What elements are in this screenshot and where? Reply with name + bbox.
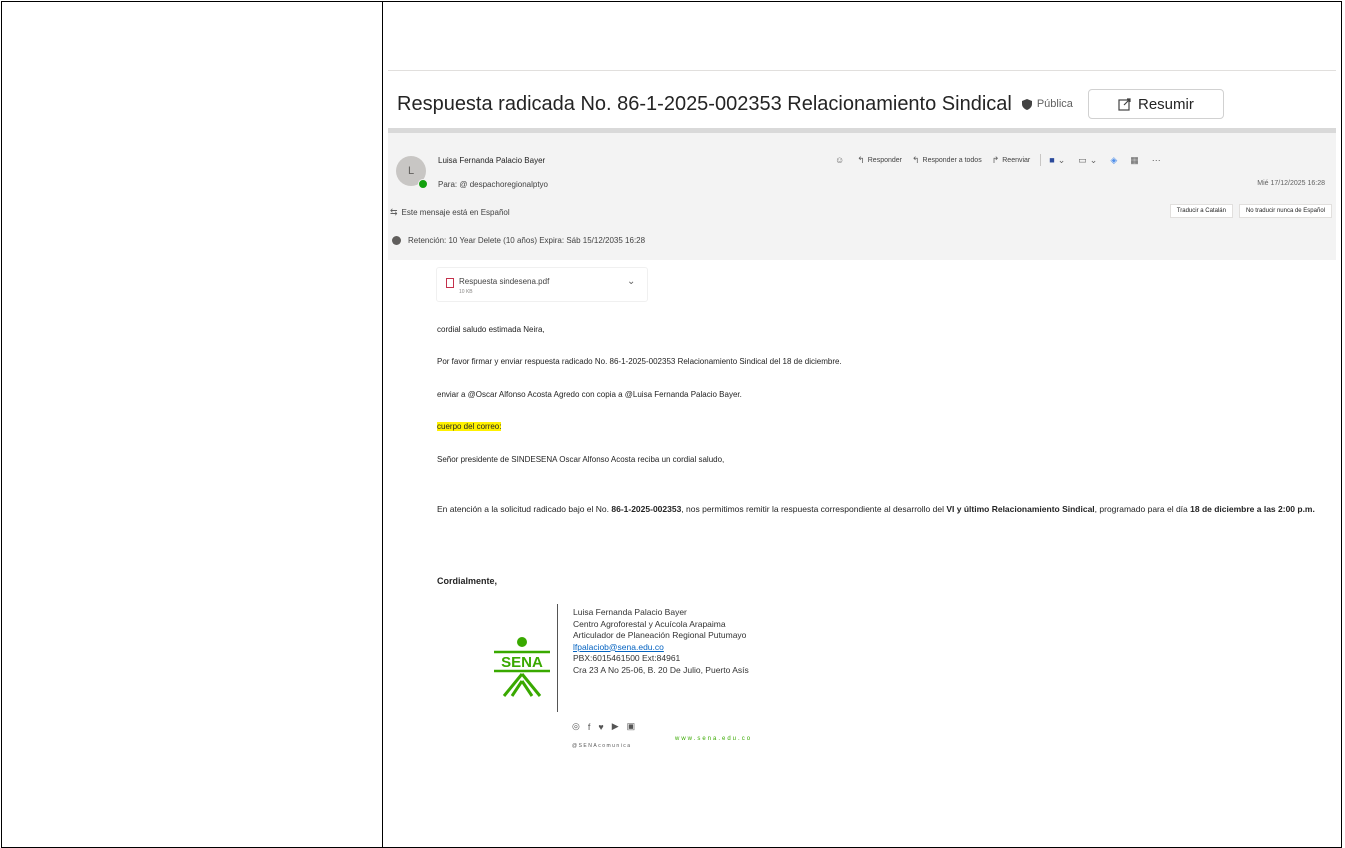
signature-email-link[interactable]: lfpalaciob@sena.edu.co [573,642,749,654]
signature-block: Luisa Fernanda Palacio Bayer Centro Agro… [573,607,749,676]
signature-phone: PBX:6015461500 Ext:84961 [573,653,681,663]
paragraph-part-a: En atención a la solicitud radicado bajo… [437,504,612,514]
table-column-divider [382,2,383,847]
smiley-icon: ☺ [835,155,845,165]
attachment-card[interactable]: Respuesta sindesena.pdf 10 KB ⌄ [436,267,648,302]
copilot-button[interactable]: ◈ [1110,155,1120,166]
facebook-icon[interactable]: f [588,722,591,732]
summarize-icon [1118,98,1131,111]
reply-all-label: Responder a todos [922,156,982,164]
grid-icon: ▦ [1130,154,1139,165]
reply-all-icon: ↰ [912,154,920,165]
forward-button[interactable]: ↱ Reenviar [992,155,1031,166]
chevron-down-icon[interactable]: ⌄ [627,276,635,287]
forward-icon: ↱ [991,154,1000,165]
translation-buttons: Traducir a Catalán No traducir nunca de … [1164,204,1332,218]
paragraph-part-c: , nos permitimos remitir la respuesta co… [681,504,947,514]
presence-icon [418,179,428,189]
signature-name: Luisa Fernanda Palacio Bayer [573,607,687,617]
more-actions-button[interactable]: ⋯ [1152,155,1164,166]
view-dropdown-button[interactable]: ▭ ⌄ [1078,155,1100,166]
sensitivity-text: Pública [1036,98,1073,110]
recipients-line: Para: @ despachoregionalptyo [438,180,548,189]
pdf-file-icon [446,278,454,288]
email-subject: Respuesta radicada No. 86-1-2025-002353 … [397,92,1012,115]
body-highlight: cuerpo del correo: [437,422,502,431]
summarize-label: Resumir [1138,95,1194,113]
reply-label: Responder [867,156,902,164]
event-name: VI y último Relacionamiento Sindical [946,504,1095,514]
event-date: 18 de diciembre a las 2:00 p.m. [1190,504,1315,514]
reply-button[interactable]: ↰ Responder [857,155,902,166]
body-paragraph: En atención a la solicitud radicado bajo… [437,501,1325,518]
sena-handle: @SENAcomunica [572,743,632,749]
translate-icon: ⇆ [390,207,398,217]
body-salutation: Señor presidente de SINDESENA Oscar Alfo… [437,455,725,464]
signature-role: Articulador de Planeación Regional Putum… [573,630,747,640]
language-notice-text: Este mensaje está en Español [401,208,510,217]
subject-row: Respuesta radicada No. 86-1-2025-002353 … [397,86,1224,122]
apps-icon: ■ [1049,155,1055,165]
toolbar-divider [1040,154,1042,166]
sena-logo: SENA [494,637,550,697]
closing: Cordialmente, [437,576,498,586]
reply-icon: ↰ [857,154,865,165]
pane-top-border [388,70,1336,71]
email-reading-pane: Respuesta radicada No. 86-1-2025-002353 … [388,70,1336,790]
chevron-down-icon: ⌄ [1057,154,1066,165]
retention-icon [392,236,401,245]
signature-address: Cra 23 A No 25-06, B. 20 De Julio, Puert… [573,664,749,675]
apps-dropdown-button[interactable]: ■ ⌄ [1049,155,1068,166]
language-notice: ⇆ Este mensaje está en Español [390,207,510,218]
paragraph-part-e: , programado para el día [1094,504,1191,514]
retention-policy: Retención: 10 Year Delete (10 años) Expi… [392,236,645,245]
copilot-icon: ◈ [1110,154,1118,165]
instagram-icon[interactable]: ◎ [572,721,580,732]
twitter-icon[interactable]: ♥ [598,722,603,732]
signature-center: Centro Agroforestal y Acuícola Arapaima [573,618,726,629]
social-links: ◎ f ♥ ▶ ▣ [572,721,643,732]
window-icon: ▭ [1078,154,1087,165]
sensitivity-label[interactable]: Pública [1021,98,1073,110]
body-line-2: enviar a @Oscar Alfonso Acosta Agredo co… [437,390,742,399]
youtube-icon[interactable]: ▶ [612,721,619,732]
chevron-down-icon: ⌄ [1089,154,1098,165]
sender-name[interactable]: Luisa Fernanda Palacio Bayer [438,156,545,165]
radicado-number: 86-1-2025-002353 [611,504,682,514]
more-icon: ⋯ [1151,154,1161,165]
forward-label: Reenviar [1002,156,1031,164]
message-datetime: Mié 17/12/2025 16:28 [1257,180,1325,187]
retention-text: Retención: 10 Year Delete (10 años) Expi… [408,236,646,245]
to-recipient[interactable]: @ despachoregionalptyo [459,180,548,189]
summarize-button[interactable]: Resumir [1087,89,1224,119]
body-greeting: cordial saludo estimada Neira, [437,325,545,334]
sena-website: www.sena.edu.co [675,736,753,742]
translate-button[interactable]: Traducir a Catalán [1169,204,1233,218]
message-actions: ☺ ↰ Responder ↰ Responder a todos ↱ Reenvia… [835,154,1174,166]
linkedin-icon[interactable]: ▣ [627,721,636,732]
sena-logo-text: SENA [501,654,543,671]
attachment-size: 10 KB [459,289,473,295]
avatar-initial: L [407,165,415,177]
attachment-name[interactable]: Respuesta sindesena.pdf [459,277,549,286]
never-translate-button[interactable]: No traducir nunca de Español [1238,204,1332,218]
to-label: Para: [438,180,458,189]
emoji-reaction-button[interactable]: ☺ [835,155,847,165]
shield-icon [1021,98,1032,110]
signature-divider [557,604,558,712]
body-line-1: Por favor firmar y enviar respuesta radi… [437,357,842,366]
immersive-reader-button[interactable]: ▦ [1130,155,1142,166]
reply-all-button[interactable]: ↰ Responder a todos [912,155,982,166]
